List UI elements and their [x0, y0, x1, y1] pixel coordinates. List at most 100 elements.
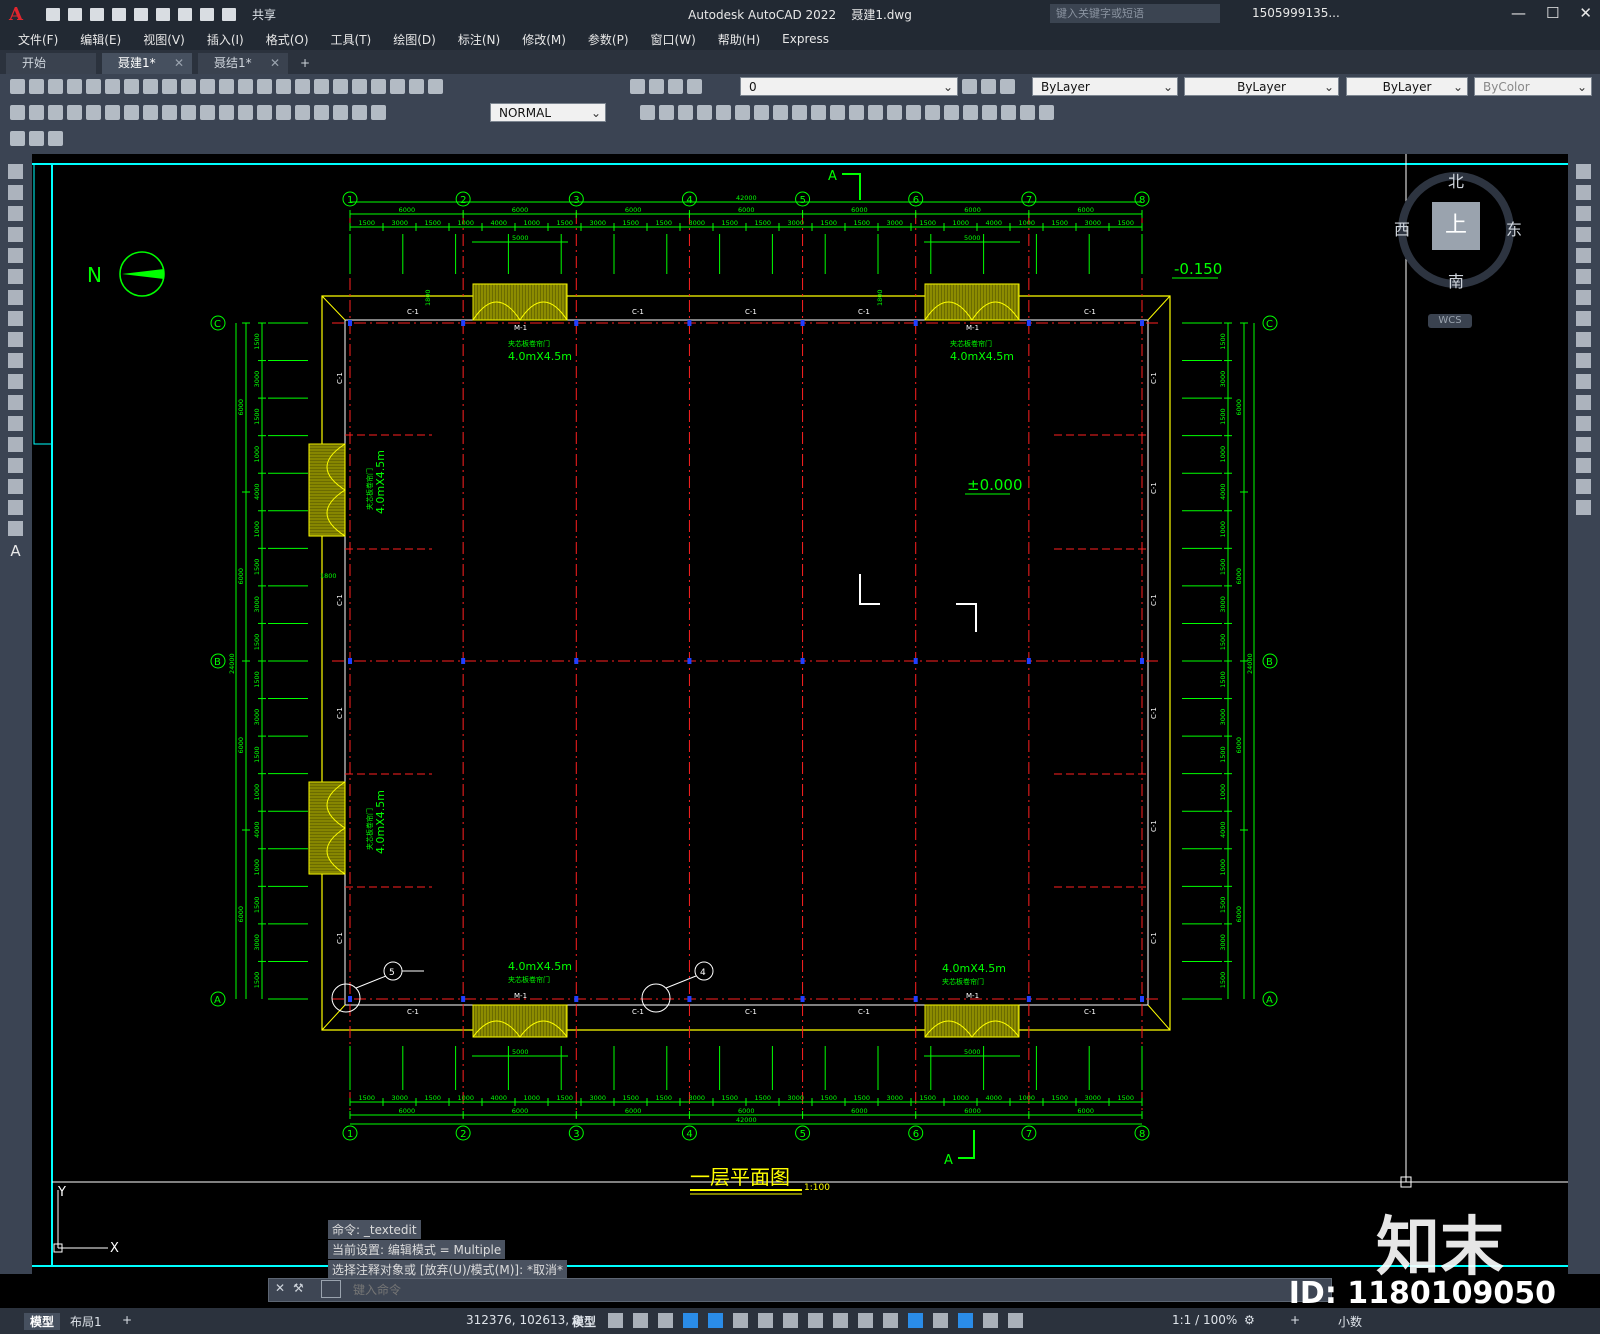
- render-icon[interactable]: [925, 105, 940, 120]
- camera-icon[interactable]: [982, 105, 997, 120]
- fly-icon[interactable]: [1020, 105, 1035, 120]
- continue-dim-icon[interactable]: [200, 105, 215, 120]
- mirror-icon[interactable]: [1576, 206, 1591, 221]
- ellipse-icon[interactable]: [8, 353, 23, 368]
- menu-tools[interactable]: 工具(T): [331, 31, 372, 48]
- tab-layout1[interactable]: 布局1: [70, 1313, 102, 1330]
- chamfer-icon[interactable]: [1576, 437, 1591, 452]
- tab-start[interactable]: 开始: [6, 53, 96, 74]
- drawing-canvas[interactable]: 1 1 2 2 3 3 4 4 5 5 6 6 7 7 8 8 C C B B A A 6000 6000 6000 6000 6…: [32, 154, 1568, 1285]
- plot-preview-icon[interactable]: [86, 79, 101, 94]
- share-button[interactable]: 共享: [252, 6, 276, 23]
- revision-cloud-icon[interactable]: [8, 311, 23, 326]
- stretch-icon[interactable]: [1576, 332, 1591, 347]
- layer-freeze-icon[interactable]: [668, 79, 683, 94]
- ellipse-arc-icon[interactable]: [8, 374, 23, 389]
- join-icon[interactable]: [1576, 416, 1591, 431]
- diameter-dim-icon[interactable]: [124, 105, 139, 120]
- tab-drawing-2[interactable]: 聂结1* ✕: [198, 53, 288, 74]
- viewcube-north[interactable]: 北: [1448, 168, 1464, 192]
- erase-icon[interactable]: [1576, 164, 1591, 179]
- command-input[interactable]: [351, 1280, 1315, 1300]
- scale-icon[interactable]: [1576, 311, 1591, 326]
- auto-scale-icon[interactable]: [1008, 1313, 1023, 1328]
- search-input[interactable]: 键入关键字或短语: [1050, 4, 1220, 23]
- baseline-dim-icon[interactable]: [181, 105, 196, 120]
- properties-icon[interactable]: [314, 79, 329, 94]
- close-command-icon[interactable]: ✕: [275, 1281, 285, 1295]
- app-logo[interactable]: A: [6, 4, 26, 25]
- circle-icon[interactable]: [8, 290, 23, 305]
- layer-states-icon[interactable]: [1000, 79, 1015, 94]
- open-icon[interactable]: [29, 79, 44, 94]
- close-button[interactable]: ✕: [1579, 4, 1592, 22]
- zoom-previous-icon[interactable]: [295, 79, 310, 94]
- menu-view[interactable]: 视图(V): [143, 31, 185, 48]
- osnap-tracking-icon[interactable]: [758, 1313, 773, 1328]
- view-right-icon[interactable]: [754, 105, 769, 120]
- insert-block-icon[interactable]: [8, 395, 23, 410]
- menu-window[interactable]: 窗口(W): [651, 31, 696, 48]
- layer-properties-icon[interactable]: [630, 79, 645, 94]
- dimstyle-select[interactable]: NORMAL ⌄: [490, 103, 606, 122]
- ortho-icon[interactable]: [708, 1313, 723, 1328]
- menu-dimension[interactable]: 标注(N): [458, 31, 500, 48]
- polyline-icon[interactable]: [8, 206, 23, 221]
- fillet-icon[interactable]: [1576, 458, 1591, 473]
- zoom-realtime-icon[interactable]: [257, 79, 272, 94]
- polygon-icon[interactable]: [8, 227, 23, 242]
- annotation-scale[interactable]: 1:1 / 100%: [1172, 1313, 1237, 1327]
- make-current-icon[interactable]: [962, 79, 977, 94]
- view-bottom-icon[interactable]: [792, 105, 807, 120]
- dim-break-icon[interactable]: [238, 105, 253, 120]
- ucs-icon[interactable]: [640, 105, 655, 120]
- linetype-select[interactable]: ByLayer ⌄: [1184, 77, 1339, 96]
- aligned-dim-icon[interactable]: [29, 105, 44, 120]
- redo-icon[interactable]: [219, 79, 234, 94]
- layer-previous-icon[interactable]: [981, 79, 996, 94]
- open-icon[interactable]: [68, 7, 82, 21]
- menu-edit[interactable]: 编辑(E): [80, 31, 121, 48]
- multiline-text-icon[interactable]: A: [8, 542, 23, 560]
- print-icon[interactable]: [67, 79, 82, 94]
- coordinates-display[interactable]: 312376, 102613, 0: [466, 1313, 581, 1327]
- redo-icon[interactable]: [222, 7, 236, 21]
- light-icon[interactable]: [944, 105, 959, 120]
- zoom-window-icon[interactable]: [276, 79, 291, 94]
- point-icon[interactable]: [8, 437, 23, 452]
- help-icon[interactable]: [428, 79, 443, 94]
- view-left-icon[interactable]: [735, 105, 750, 120]
- shade-icon[interactable]: [906, 105, 921, 120]
- lineweight-icon[interactable]: [808, 1313, 823, 1328]
- dynamic-input-icon[interactable]: [683, 1313, 698, 1328]
- menu-parametric[interactable]: 参数(P): [588, 31, 629, 48]
- break-icon[interactable]: [1576, 395, 1591, 410]
- 3d-osnap-icon[interactable]: [883, 1313, 898, 1328]
- pan-icon[interactable]: [238, 79, 253, 94]
- grid-icon[interactable]: [608, 1313, 623, 1328]
- iso-nw-icon[interactable]: [868, 105, 883, 120]
- menu-file[interactable]: 文件(F): [18, 31, 58, 48]
- new-icon[interactable]: [46, 7, 60, 21]
- new-layout-button[interactable]: +: [122, 1313, 132, 1327]
- maximize-button[interactable]: ☐: [1546, 4, 1559, 22]
- copy-icon[interactable]: [143, 79, 158, 94]
- save-web-icon[interactable]: [156, 7, 170, 21]
- open-web-icon[interactable]: [134, 7, 148, 21]
- workspace-settings-icon[interactable]: [48, 131, 63, 146]
- dim-text-edit-icon[interactable]: [352, 105, 367, 120]
- undo-icon[interactable]: [200, 7, 214, 21]
- rectangle-icon[interactable]: [8, 248, 23, 263]
- menu-draw[interactable]: 绘图(D): [393, 31, 436, 48]
- osnap-icon[interactable]: [783, 1313, 798, 1328]
- table-icon[interactable]: [8, 521, 23, 536]
- tolerance-icon[interactable]: [257, 105, 272, 120]
- arc-length-icon[interactable]: [48, 105, 63, 120]
- iso-ne-icon[interactable]: [849, 105, 864, 120]
- close-tab-icon[interactable]: ✕: [270, 53, 280, 74]
- dim-space-icon[interactable]: [219, 105, 234, 120]
- annotation-visibility-icon[interactable]: [983, 1313, 998, 1328]
- menu-express[interactable]: Express: [782, 32, 829, 46]
- viewcube-south[interactable]: 南: [1448, 268, 1464, 292]
- undo-icon[interactable]: [200, 79, 215, 94]
